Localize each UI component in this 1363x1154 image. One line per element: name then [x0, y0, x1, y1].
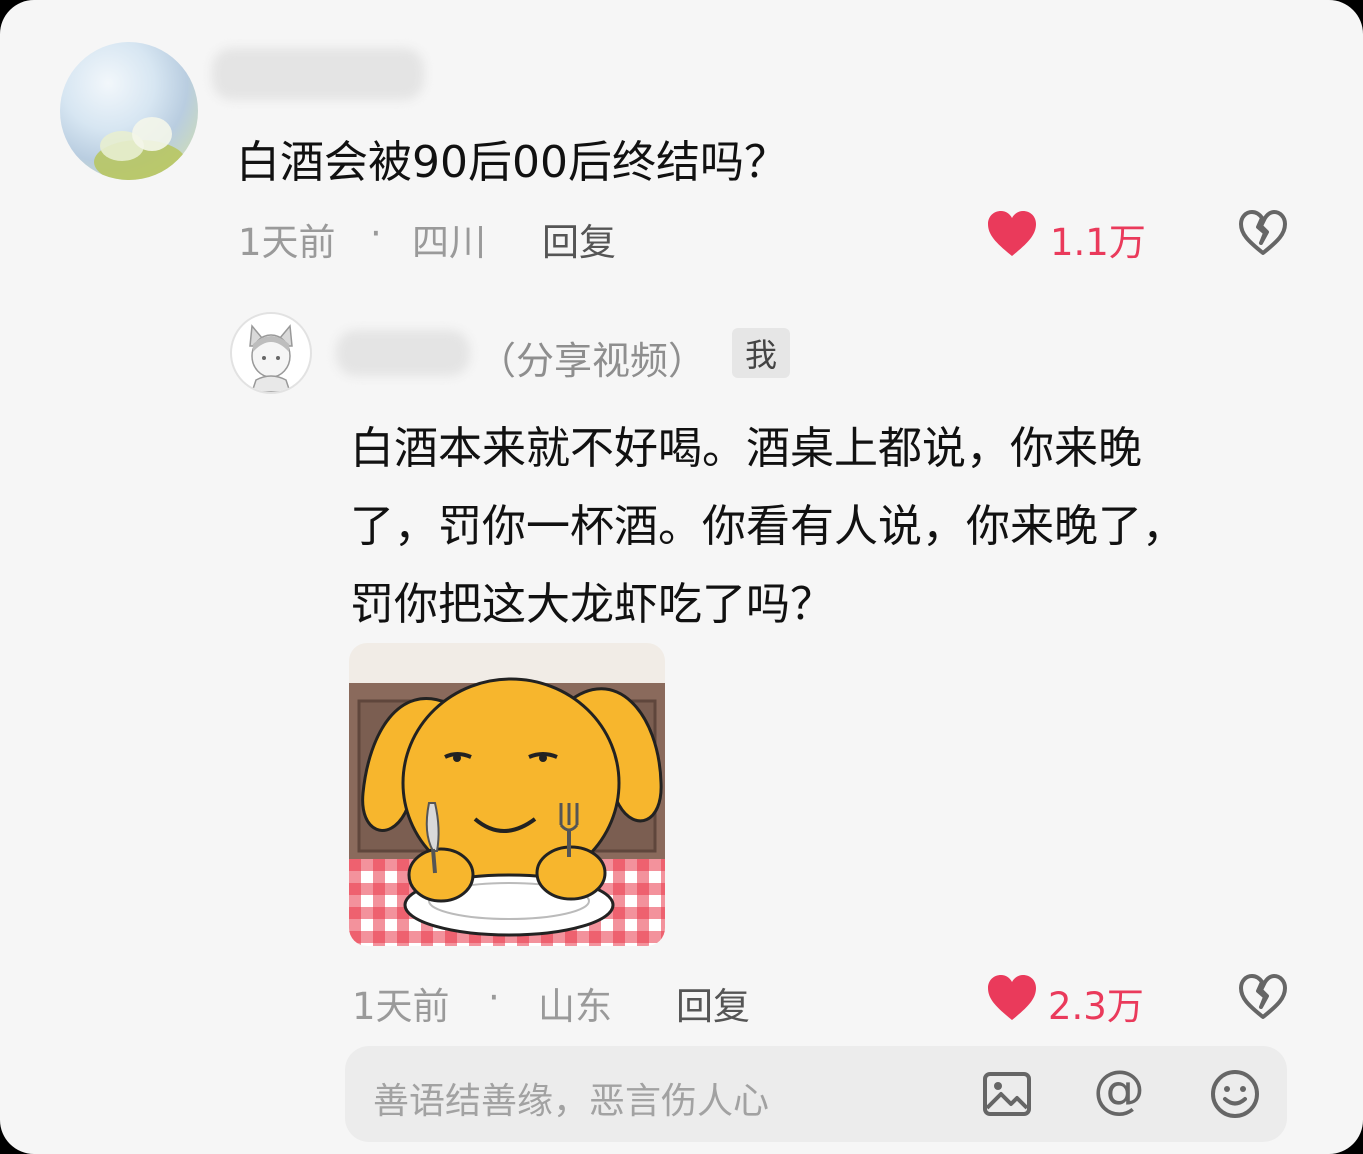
reply-like-count: 2.3万 [1048, 985, 1144, 1028]
comment-like-count: 1.1万 [1050, 221, 1146, 264]
comment-reply-button[interactable]: 回复 [542, 212, 616, 266]
reply-time: 1天前 [352, 985, 450, 1028]
emoji-icon[interactable] [1207, 1066, 1263, 1122]
me-badge: 我 [732, 328, 790, 378]
meta-separator: · [488, 976, 500, 1019]
comment-input-placeholder[interactable]: 善语结善缘，恶言伤人心 [373, 1072, 769, 1124]
share-video-tag: （分享视频） [478, 339, 707, 383]
reply-reply-button[interactable]: 回复 [676, 976, 750, 1030]
sticker-image[interactable] [349, 643, 665, 946]
image-icon[interactable] [979, 1066, 1035, 1122]
comment-location: 四川 [412, 221, 486, 264]
replier-name-blurred[interactable] [336, 330, 470, 376]
commenter-name-blurred[interactable] [212, 48, 424, 100]
heart-icon[interactable] [986, 210, 1038, 258]
meta-separator: · [370, 212, 382, 255]
comment-text: 白酒会被90后00后终结吗？ [236, 137, 788, 188]
reply-text: 白酒本来就不好喝。酒桌上都说，你来晚了，罚你一杯酒。你看有人说，你来晚了，罚你把… [350, 423, 1186, 630]
comment-panel: 白酒会被90后00后终结吗？ 1天前 · 四川 回复 1.1万 （分享视频） 我… [0, 0, 1363, 1154]
comment-input-bar[interactable]: 善语结善缘，恶言伤人心 @ [345, 1046, 1287, 1142]
comment-time: 1天前 [238, 221, 336, 264]
at-icon[interactable]: @ [1093, 1060, 1145, 1120]
commenter-avatar[interactable] [60, 42, 198, 180]
replier-avatar[interactable] [230, 312, 312, 394]
broken-heart-icon[interactable] [1238, 974, 1288, 1020]
reply-location: 山东 [538, 985, 612, 1028]
broken-heart-icon[interactable] [1238, 210, 1288, 256]
heart-icon[interactable] [986, 974, 1038, 1022]
